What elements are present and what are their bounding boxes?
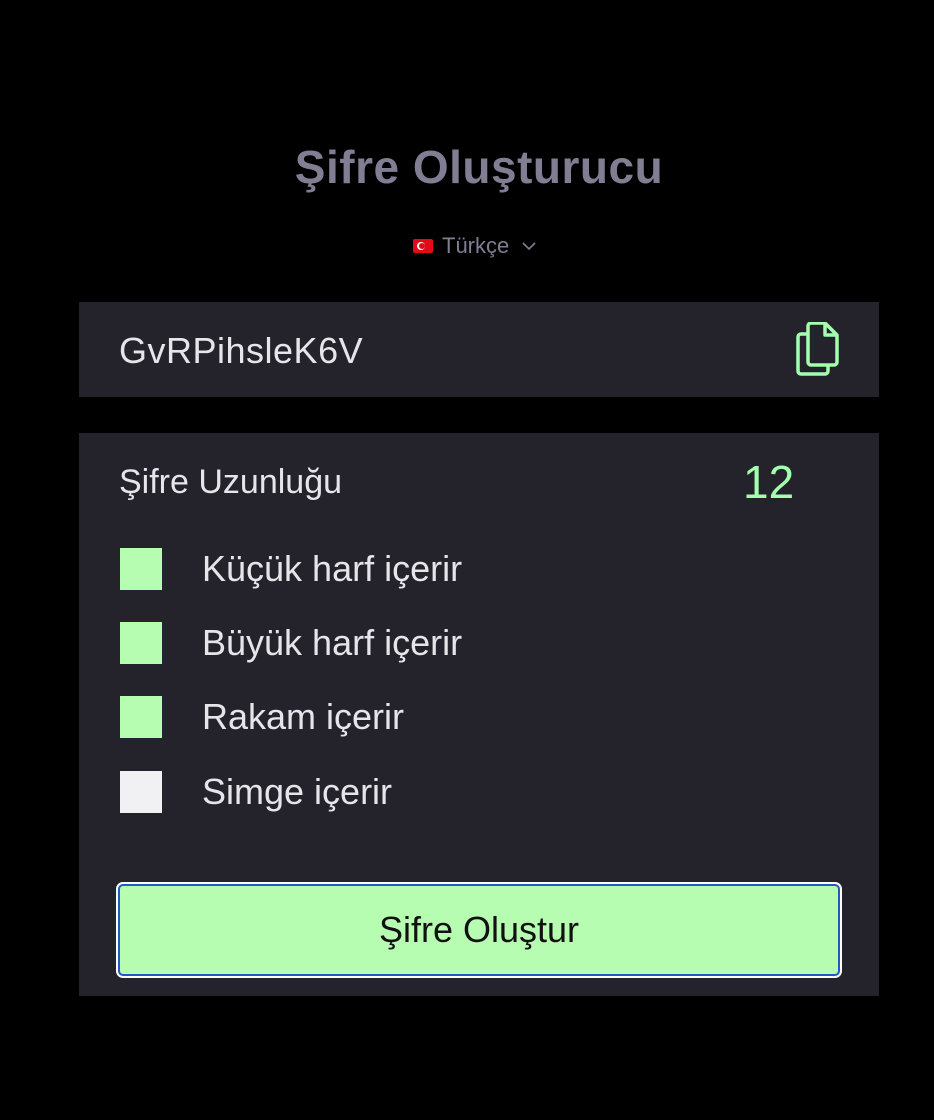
chevron-down-icon [522, 242, 536, 251]
generate-button[interactable]: Şifre Oluştur [116, 882, 842, 978]
lowercase-checkbox[interactable] [120, 548, 162, 590]
symbols-checkbox[interactable] [120, 771, 162, 813]
length-value: 12 [743, 456, 795, 508]
option-uppercase[interactable]: Büyük harf içerir [120, 622, 462, 664]
password-generator-page: Şifre Oluşturucu Türkçe GvRPihsleK6V Şif… [0, 0, 934, 1120]
length-label: Şifre Uzunluğu [119, 463, 343, 501]
language-selector[interactable]: Türkçe [413, 233, 537, 259]
turkey-flag-icon [413, 239, 433, 253]
generated-password: GvRPihsleK6V [119, 330, 364, 371]
uppercase-checkbox[interactable] [120, 622, 162, 664]
page-title: Şifre Oluşturucu [294, 141, 664, 193]
option-label: Büyük harf içerir [202, 622, 463, 663]
numbers-checkbox[interactable] [120, 696, 162, 738]
option-lowercase[interactable]: Küçük harf içerir [120, 548, 462, 590]
language-label: Türkçe [442, 233, 510, 258]
option-label: Küçük harf içerir [202, 548, 463, 589]
option-label: Simge içerir [202, 771, 393, 812]
copy-icon[interactable] [795, 322, 841, 376]
option-numbers[interactable]: Rakam içerir [120, 696, 404, 738]
option-symbols[interactable]: Simge içerir [120, 771, 392, 813]
password-output: GvRPihsleK6V [79, 302, 879, 397]
option-label: Rakam içerir [202, 696, 405, 737]
settings-panel: Şifre Uzunluğu 12 Küçük harf içerir Büyü… [79, 433, 879, 996]
